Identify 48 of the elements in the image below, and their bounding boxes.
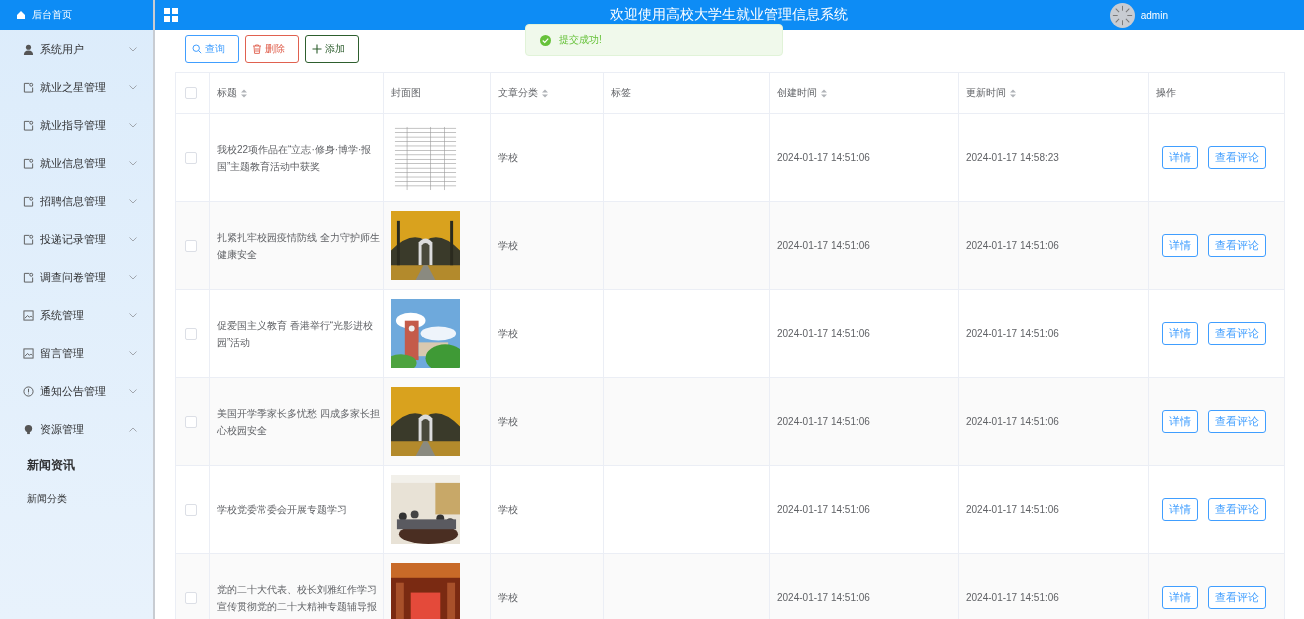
menu-item[interactable]: 系统用户 [0, 30, 153, 68]
updated-time: 2024-01-17 14:51:06 [966, 504, 1059, 515]
category-text: 学校 [498, 239, 518, 251]
article-title: 美国开学季家长多忧愁 四成多家长担心校园安全 [217, 406, 381, 438]
article-title: 我校22项作品在“立志·修身·博学·报国”主题教育活动中获奖 [217, 142, 373, 174]
menu-item[interactable]: 系统管理 [0, 296, 153, 334]
submenu-item[interactable]: 新闻资讯 [0, 448, 153, 482]
created-time: 2024-01-17 14:51:06 [777, 504, 870, 515]
column-header[interactable]: 标题 [217, 86, 237, 100]
created-time: 2024-01-17 14:51:06 [777, 416, 870, 427]
delete-button[interactable]: 删除 [245, 35, 299, 63]
created-time: 2024-01-17 14:51:06 [777, 592, 870, 603]
created-time: 2024-01-17 14:51:06 [777, 240, 870, 251]
app-title: 欢迎使用高校大学生就业管理信息系统 [609, 6, 850, 24]
menu-item[interactable]: 就业信息管理 [0, 144, 153, 182]
column-header: 封面图 [391, 86, 421, 100]
updated-time: 2024-01-17 14:58:23 [966, 152, 1059, 163]
submenu-item[interactable]: 新闻分类 [0, 482, 153, 516]
category-text: 学校 [498, 591, 518, 603]
menu-item[interactable]: 资源管理 [0, 410, 153, 448]
column-header[interactable]: 更新时间 [966, 86, 1006, 100]
article-title: 促爱国主义教育 香港举行“光影进校园”活动 [217, 318, 375, 350]
article-title: 学校党委常委会开展专题学习 [217, 503, 348, 517]
category-text: 学校 [498, 503, 518, 515]
updated-time: 2024-01-17 14:51:06 [966, 592, 1059, 603]
category-text: 学校 [498, 151, 518, 163]
category-text: 学校 [498, 415, 518, 427]
menu-item[interactable]: 通知公告管理 [0, 372, 153, 410]
column-header: 操作 [1156, 86, 1176, 100]
article-title: 扎紧扎牢校园疫情防线 全力守护师生健康安全 [217, 230, 381, 262]
updated-time: 2024-01-17 14:51:06 [966, 328, 1059, 339]
created-time: 2024-01-17 14:51:06 [777, 152, 870, 163]
column-header[interactable]: 文章分类 [498, 86, 538, 100]
updated-time: 2024-01-17 14:51:06 [966, 240, 1059, 251]
toast-message: 提交成功! [525, 24, 783, 56]
updated-time: 2024-01-17 14:51:06 [966, 416, 1059, 427]
menu-item[interactable]: 招聘信息管理 [0, 182, 153, 220]
menu-item[interactable]: 就业指导管理 [0, 106, 153, 144]
menu-item[interactable]: 留言管理 [0, 334, 153, 372]
menu-item[interactable]: 投递记录管理 [0, 220, 153, 258]
article-title: 党的二十大代表、校长刘雅红作学习宣传贯彻党的二十大精神专题辅导报 [217, 582, 378, 614]
column-header[interactable]: 创建时间 [777, 86, 817, 100]
category-text: 学校 [498, 327, 518, 339]
menu-item[interactable]: 就业之星管理 [0, 68, 153, 106]
menu-item[interactable]: 调查问卷管理 [0, 258, 153, 296]
column-header: 标签 [611, 86, 631, 100]
add-button[interactable]: 添加 [305, 35, 359, 63]
created-time: 2024-01-17 14:51:06 [777, 328, 870, 339]
